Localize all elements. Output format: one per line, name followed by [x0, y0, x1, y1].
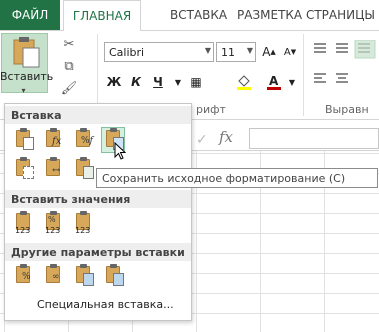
- chevron-down-icon[interactable]: ▼: [282, 72, 302, 92]
- format-painter-icon[interactable]: 🖌: [58, 78, 80, 98]
- values-label: 123: [75, 226, 91, 235]
- values-label: 123: [45, 226, 61, 235]
- font-size-value: 11: [221, 45, 235, 59]
- transpose-icon[interactable]: [72, 157, 96, 183]
- keep-column-widths-icon[interactable]: ↔: [42, 157, 66, 183]
- font-name-value: Calibri: [109, 45, 145, 59]
- paste-clipboard-icon: [13, 37, 40, 68]
- paint-bucket-icon: [237, 75, 251, 90]
- insert-function-icon[interactable]: fx: [219, 128, 233, 146]
- paste-button[interactable]: [1, 33, 48, 93]
- chevron-down-icon: ▼: [204, 46, 211, 55]
- ribbon-separator: [303, 34, 304, 116]
- chevron-down-icon: ▼: [246, 46, 253, 55]
- mouse-cursor-icon: [114, 142, 126, 160]
- paste-section-header: Вставка: [5, 106, 191, 124]
- alignment-group-label: Выравн: [325, 103, 369, 116]
- paste-values-icon[interactable]: 123: [12, 211, 36, 237]
- bold-button[interactable]: Ж: [104, 72, 124, 92]
- borders-icon[interactable]: ▦: [186, 72, 206, 92]
- paste-formulas-icon[interactable]: fx: [42, 128, 66, 154]
- formula-input[interactable]: [249, 128, 379, 149]
- increase-font-icon[interactable]: A ▲: [259, 42, 279, 62]
- paste-label: Вставить: [0, 70, 54, 83]
- formatting-icon[interactable]: %: [12, 264, 36, 290]
- paste-link-icon[interactable]: ∞: [42, 264, 66, 290]
- svg-text:A: A: [269, 74, 279, 88]
- paste-formulas-number-format-icon[interactable]: %f: [72, 128, 96, 154]
- fill-color-icon[interactable]: [234, 72, 254, 92]
- paste-dropdown-arrow[interactable]: ▾: [0, 86, 47, 95]
- tab-insert[interactable]: ВСТАВКА: [170, 0, 227, 30]
- tab-file[interactable]: ФАЙЛ: [0, 0, 60, 30]
- font-color-icon[interactable]: A: [264, 72, 284, 92]
- font-size-combo[interactable]: 11 ▼: [216, 42, 256, 62]
- italic-button[interactable]: К: [126, 72, 146, 92]
- font-group-label: рифт: [196, 103, 226, 116]
- tab-home[interactable]: ГЛАВНАЯ: [63, 0, 141, 31]
- values-label: 123: [15, 226, 31, 235]
- copy-icon[interactable]: ⧉: [58, 56, 80, 76]
- font-color-a-icon: A: [267, 74, 281, 90]
- tab-page-layout[interactable]: РАЗМЕТКА СТРАНИЦЫ: [237, 0, 375, 30]
- paste-values-section-header: Вставить значения: [5, 190, 191, 208]
- decrease-font-icon[interactable]: A ▼: [280, 42, 300, 62]
- paste-icon[interactable]: [12, 128, 36, 154]
- cancel-entry-icon[interactable]: ✓: [196, 132, 208, 148]
- tooltip: Сохранить исходное форматирование (C): [96, 168, 378, 188]
- other-paste-section-header: Другие параметры вставки: [5, 243, 191, 261]
- values-source-formatting-icon[interactable]: 123: [72, 211, 96, 237]
- underline-dropdown-icon[interactable]: ▼: [168, 72, 188, 92]
- linked-picture-icon[interactable]: [102, 264, 126, 290]
- underline-button[interactable]: Ч: [148, 72, 168, 92]
- values-number-format-icon[interactable]: % 123: [42, 211, 66, 237]
- no-borders-icon[interactable]: [12, 157, 36, 183]
- font-name-combo[interactable]: Calibri ▼: [104, 42, 214, 62]
- cut-icon[interactable]: ✂: [58, 34, 80, 54]
- picture-icon[interactable]: [72, 264, 96, 290]
- paste-special-menu-item[interactable]: Специальная вставка...: [37, 298, 174, 311]
- alignment-icons[interactable]: [310, 40, 379, 100]
